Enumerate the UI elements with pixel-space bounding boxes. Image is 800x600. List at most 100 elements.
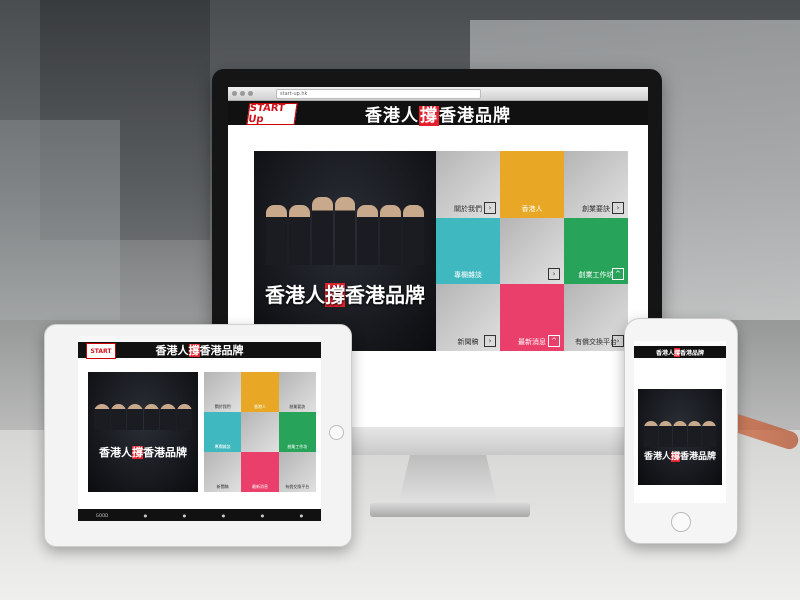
tile-exchange-platform[interactable]: 有償交換平台 › (564, 284, 628, 351)
sponsor-logo[interactable]: ● (261, 513, 265, 518)
phone-hero-banner[interactable]: 香港人撐香港品牌 (638, 389, 722, 485)
person (176, 404, 192, 430)
tile-press-release[interactable]: 新聞稿 › (436, 284, 500, 351)
phone-screen: 香港人撐香港品牌 香港人撐香港品牌 (634, 341, 726, 503)
tile-label: 新聞稿 (457, 337, 479, 346)
tile-label: 關於我們 (214, 404, 231, 409)
imac-foot (370, 503, 530, 517)
chevron-right-icon: › (548, 268, 560, 281)
tile-about[interactable]: 關於我們 › (436, 151, 500, 218)
tile-workshop[interactable]: 創業工作坊 ^ (564, 217, 628, 285)
tile-startup-tips[interactable]: 創業要訣 › (564, 151, 628, 218)
main-content: 香港人撐香港品牌 關於我們 › 香港人 創業要訣 › 專欄雜談 › 創業工作坊 ^ 新… (254, 151, 628, 351)
tile-label: 有償交換平台 (575, 337, 617, 346)
person (143, 404, 159, 430)
tile-workshop[interactable]: 創業工作坊 (278, 412, 316, 452)
tile-exchange-platform[interactable]: 有償交換平台 (278, 452, 316, 492)
person (288, 205, 310, 265)
browser-chrome: start-up.hk (228, 87, 648, 101)
person (311, 197, 333, 265)
tile-startup-tips[interactable]: 創業要訣 (278, 372, 316, 412)
tile-photo[interactable] (241, 412, 279, 452)
tile-label: 最新消息 (251, 484, 268, 489)
sponsor-logo[interactable]: ● (222, 513, 226, 518)
site-title-part-1: 香港人 (365, 105, 419, 126)
tile-about[interactable]: 關於我們 (204, 372, 242, 412)
window-minimize-icon[interactable] (240, 91, 245, 96)
tile-label: 有償交換平台 (285, 484, 310, 489)
tile-columns[interactable]: 專欄雜談 (436, 217, 500, 285)
menu-tile-grid: 關於我們 › 香港人 創業要訣 › 專欄雜談 › 創業工作坊 ^ 新聞稿 › 最新消息 ^… (436, 151, 628, 351)
tablet-hero-banner[interactable]: 香港人撐香港品牌 (88, 372, 198, 492)
site-title: 香港人撐香港品牌 (365, 101, 511, 126)
imac-stand (398, 455, 498, 505)
address-bar[interactable]: start-up.hk (276, 88, 481, 99)
startup-logo[interactable]: START Up (246, 103, 298, 125)
group-photo (266, 195, 425, 265)
tile-label: 創業要訣 (289, 404, 306, 409)
tile-press-release[interactable]: 新聞稿 (204, 452, 242, 492)
person (160, 404, 176, 430)
phone-hero-title: 香港人撐香港品牌 (638, 449, 722, 462)
tile-label: 創業要訣 (582, 204, 610, 213)
hero-banner[interactable]: 香港人撐香港品牌 (254, 151, 436, 351)
person (357, 205, 379, 265)
tile-columns[interactable]: 專欄雜談 (204, 412, 242, 452)
startup-logo[interactable]: START (86, 343, 116, 359)
sponsor-logo[interactable]: ● (144, 513, 148, 518)
window-close-icon[interactable] (232, 91, 237, 96)
sponsor-logo[interactable]: ● (300, 513, 304, 518)
person (673, 421, 687, 447)
title-part-1: 香港人 (155, 344, 189, 357)
hero-title-part-2: 香港品牌 (143, 446, 187, 459)
person (110, 404, 126, 430)
tablet-screen: START 香港人撐香港品牌 香港人撐香港品牌 關於我們 香港人 創業要訣 專欄… (78, 336, 321, 521)
person (658, 421, 673, 447)
tile-latest-news[interactable]: 最新消息 (241, 452, 279, 492)
tile-label: 最新消息 (518, 337, 546, 346)
hero-title-part-2: 香港品牌 (345, 283, 425, 307)
tile-label: 專欄雜談 (454, 271, 482, 280)
tile-photo[interactable]: › (500, 217, 564, 285)
title-part-1: 香港人 (655, 349, 674, 357)
tile-label: 創業工作坊 (578, 271, 614, 280)
hero-title: 香港人撐香港品牌 (254, 279, 436, 308)
tablet-hero-title: 香港人撐香港品牌 (88, 444, 198, 460)
chevron-up-icon: ^ (612, 268, 624, 281)
person (266, 205, 287, 265)
group-photo (644, 417, 716, 447)
tablet-site-header: START 香港人撐香港品牌 (78, 342, 321, 359)
tile-hongkongers[interactable]: 香港人 (241, 372, 279, 412)
person (702, 421, 716, 447)
site-header: START Up 香港人撐香港品牌 (228, 101, 648, 126)
hero-title-highlight: 撐 (132, 446, 143, 459)
background-window-2 (0, 120, 120, 320)
tile-label: 香港人 (253, 404, 266, 409)
tile-label: 新聞稿 (216, 484, 229, 489)
chevron-right-icon: › (484, 334, 496, 347)
tile-latest-news[interactable]: 最新消息 ^ (500, 284, 564, 351)
chevron-up-icon: ^ (548, 334, 560, 347)
ipad-home-button[interactable] (329, 425, 344, 440)
chevron-right-icon: › (612, 201, 624, 214)
chevron-right-icon: › (612, 334, 624, 347)
tile-label: 關於我們 (454, 204, 482, 213)
tablet-tile-grid: 關於我們 香港人 創業要訣 專欄雜談 創業工作坊 新聞稿 最新消息 有償交換平台 (204, 372, 316, 492)
person (644, 421, 658, 447)
hero-title-part-1: 香港人 (643, 452, 671, 462)
tile-hongkongers[interactable]: 香港人 (500, 151, 564, 218)
site-title-part-2: 香港品牌 (439, 105, 511, 126)
sponsor-logo[interactable]: GOOD (96, 513, 108, 518)
title-part-2: 香港品牌 (680, 349, 705, 357)
iphone-home-button[interactable] (671, 512, 691, 532)
person (687, 421, 702, 447)
window-zoom-icon[interactable] (248, 91, 253, 96)
site-title-highlight: 撐 (419, 105, 439, 126)
person (403, 205, 425, 265)
group-photo (94, 400, 192, 430)
person (380, 205, 402, 265)
tablet-site-title: 香港人撐香港品牌 (156, 342, 244, 358)
tile-label: 專欄雜談 (214, 444, 231, 449)
sponsor-logo[interactable]: ● (183, 513, 187, 518)
chevron-right-icon: › (484, 201, 496, 214)
